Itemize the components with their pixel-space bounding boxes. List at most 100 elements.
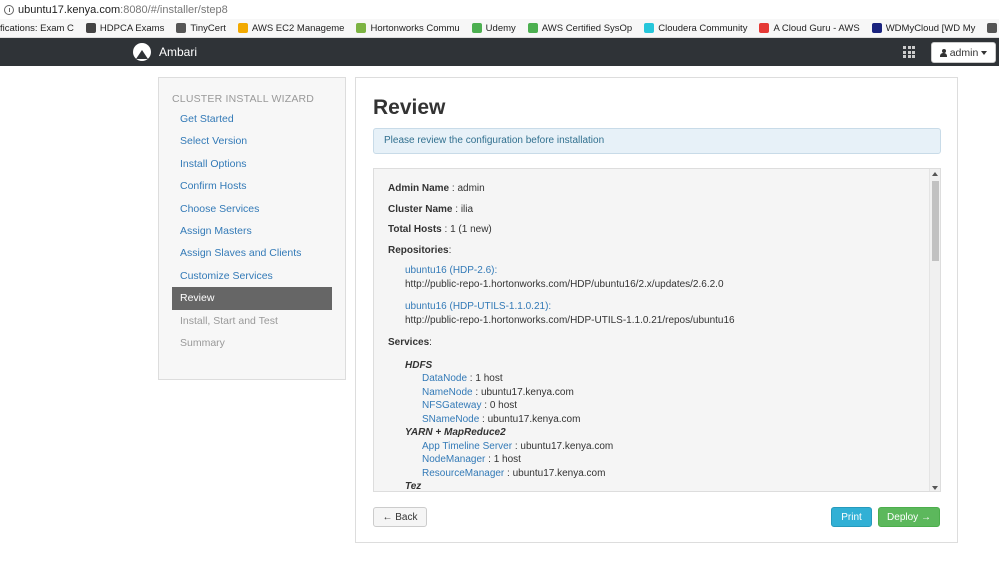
service-component-row: SNameNode : ubuntu17.kenya.com [422, 413, 581, 425]
admin-name-row: Admin Name : admin [388, 183, 485, 194]
component-value: ubuntu17.kenya.com [480, 386, 574, 398]
info-icon[interactable] [4, 4, 14, 15]
repository-item: ubuntu16 (HDP-2.6): http://public-repo-1.… [388, 264, 930, 292]
repository-name-link[interactable]: ubuntu16 (HDP-2.6): [405, 264, 930, 278]
wizard-step-select-version[interactable]: Select Version [172, 130, 332, 152]
wizard-step-install-options[interactable]: Install Options [172, 153, 332, 175]
component-value: 0 host [489, 400, 518, 411]
component-name-link[interactable]: NFSGateway [422, 400, 481, 411]
url-path: :8080/#/installer/step8 [120, 3, 228, 16]
component-name-link[interactable]: SNameNode [422, 414, 479, 425]
bookmark-item[interactable]: TinyCert [176, 23, 226, 34]
wd-icon [871, 23, 882, 33]
bookmark-item[interactable]: WDMyCloud [WD My [871, 22, 976, 34]
total-hosts-value: 1 (1 new) [450, 224, 492, 235]
bookmarks-bar: fications: Exam C HDPCA Exams TinyCert AWS … [0, 19, 999, 38]
review-panel: Review Please review the configuration b… [355, 77, 958, 543]
wizard-title: CLUSTER INSTALL WIZARD [172, 93, 315, 105]
component-value: 1 host [475, 373, 503, 384]
bookmark-item[interactable]: AWS Certified SysOp [527, 22, 633, 34]
bookmark-label: WDMyCloud [WD My [885, 22, 976, 34]
udemy-icon [527, 23, 538, 33]
service-component-row: ResourceManager : ubuntu17.kenya.com [422, 467, 606, 479]
back-button[interactable]: ← Back [373, 507, 427, 527]
scroll-thumb[interactable] [932, 181, 939, 261]
document-icon [176, 23, 187, 33]
cloud-guru-icon [759, 23, 770, 33]
wizard-step-assign-masters[interactable]: Assign Masters [172, 220, 332, 242]
component-name-link[interactable]: App Timeline Server [422, 441, 512, 452]
bookmark-item[interactable]: HDPCA Exams [85, 22, 165, 34]
caret-down-icon [981, 50, 988, 55]
component-name-link[interactable]: NodeManager [422, 454, 485, 465]
component-value: ubuntu17.kenya.com [520, 440, 614, 452]
wizard-step-customize-services[interactable]: Customize Services [172, 265, 332, 287]
cluster-name-value: ilia [460, 203, 474, 215]
wizard-step-review[interactable]: Review [172, 287, 332, 310]
user-icon [939, 48, 947, 57]
wizard-step-assign-slaves-and-clients[interactable]: Assign Slaves and Clients [172, 242, 332, 264]
bookmark-label: AWS Certified SysOp [541, 22, 633, 34]
bookmark-item[interactable]: Udemy [471, 22, 516, 34]
hdpca-icon [85, 23, 96, 33]
bookmark-label: AWS EC2 Manageme [251, 22, 345, 34]
review-content: Admin Name : admin Cluster Name : ilia T… [374, 169, 930, 492]
total-hosts-row: Total Hosts : 1 (1 new) [388, 224, 492, 235]
hortonworks-icon [356, 23, 367, 33]
component-name-link[interactable]: DataNode [422, 373, 467, 384]
document-icon [987, 23, 998, 33]
wizard-step-summary: Summary [180, 336, 225, 349]
bookmark-label: fications: Exam C [0, 22, 74, 34]
component-value: 1 host [493, 454, 521, 465]
service-name: HDFS [405, 359, 433, 371]
service-component-row: DataNode : 1 host [422, 373, 503, 384]
aws-icon [237, 23, 248, 33]
component-name-link[interactable]: NameNode [422, 387, 473, 398]
repository-url: http://public-repo-1.hortonworks.com/HDP… [405, 279, 724, 290]
browser-url-bar[interactable]: ubuntu17.kenya.com:8080/#/installer/step… [0, 0, 999, 19]
views-grid-icon[interactable] [903, 46, 915, 58]
bookmark-label: Cloudera Community [658, 22, 748, 34]
bookmark-label: Udemy [485, 22, 516, 34]
component-value: ubuntu17.kenya.com [512, 467, 606, 479]
bookmark-item[interactable]: UPC Connect Box [987, 23, 999, 34]
scroll-down-icon[interactable] [932, 486, 938, 490]
url-host: ubuntu17.kenya.com [18, 3, 121, 16]
bookmark-item[interactable]: fications: Exam C [0, 23, 74, 34]
brand-name[interactable]: Ambari [159, 45, 197, 59]
wizard-step-get-started[interactable]: Get Started [172, 108, 332, 130]
wizard-step-choose-services[interactable]: Choose Services [172, 198, 332, 220]
service-name: Tez [405, 481, 422, 492]
deploy-button[interactable]: Deploy → [878, 507, 940, 527]
services-heading: Services: [388, 337, 432, 348]
wizard-step-install-start-and-test: Install, Start and Test [180, 314, 278, 327]
service-component-row: NodeManager : 1 host [422, 454, 521, 465]
bookmark-label: HDPCA Exams [99, 22, 165, 34]
repositories-heading: Repositories: [388, 244, 452, 256]
ambari-logo-icon[interactable] [133, 43, 151, 61]
bookmark-label: Hortonworks Commu [370, 22, 460, 34]
scroll-up-icon[interactable] [932, 172, 938, 176]
cloudera-icon [644, 23, 655, 33]
bookmark-item[interactable]: AWS EC2 Manageme [237, 22, 345, 34]
user-menu-button[interactable]: admin [931, 42, 996, 63]
cluster-name-row: Cluster Name : ilia [388, 203, 474, 215]
bookmark-label: A Cloud Guru - AWS [773, 22, 860, 34]
component-name-link[interactable]: ResourceManager [422, 468, 504, 479]
component-value: ubuntu17.kenya.com [487, 413, 581, 425]
bookmark-item[interactable]: Cloudera Community [644, 23, 747, 34]
wizard-step-confirm-hosts[interactable]: Confirm Hosts [172, 175, 332, 197]
print-button[interactable]: Print [831, 507, 872, 527]
review-content-box[interactable]: Admin Name : admin Cluster Name : ilia T… [373, 168, 941, 492]
bookmark-item[interactable]: Hortonworks Commu [356, 22, 460, 34]
ambari-top-bar: Ambari admin [0, 38, 999, 66]
review-scrollbar[interactable] [929, 169, 940, 491]
bookmark-item[interactable]: A Cloud Guru - AWS [759, 22, 860, 34]
udemy-icon [471, 23, 482, 33]
user-name: admin [949, 46, 979, 59]
repository-name-link[interactable]: ubuntu16 (HDP-UTILS-1.1.0.21): [405, 300, 930, 314]
bookmark-label: TinyCert [190, 22, 226, 34]
page-title: Review [373, 96, 446, 119]
wizard-steps: Get Started Select Version Install Options… [172, 108, 332, 354]
repositories-list: ubuntu16 (HDP-2.6): http://public-repo-1.… [388, 264, 930, 328]
